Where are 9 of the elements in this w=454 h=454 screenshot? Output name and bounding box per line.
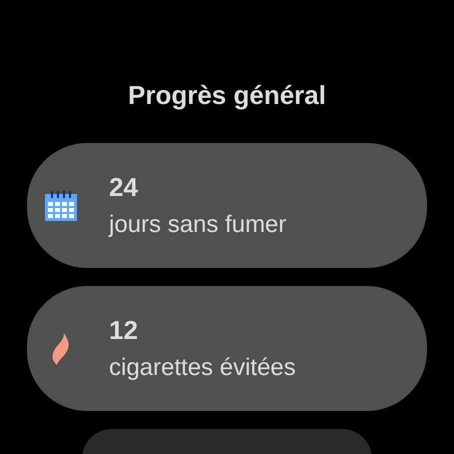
stat-value: 12 [109, 315, 139, 346]
stat-card[interactable]: 12 cigarettes évitées [27, 286, 427, 411]
stat-label: jours sans fumer [109, 211, 286, 239]
stat-value: 24 [109, 172, 139, 203]
calendar-icon [45, 190, 77, 220]
screen-title: Progrès général [128, 80, 326, 110]
stat-label: cigarettes évitées [109, 354, 296, 382]
flame-icon [51, 332, 71, 364]
stat-card[interactable]: 24 jours sans fumer [27, 143, 427, 268]
